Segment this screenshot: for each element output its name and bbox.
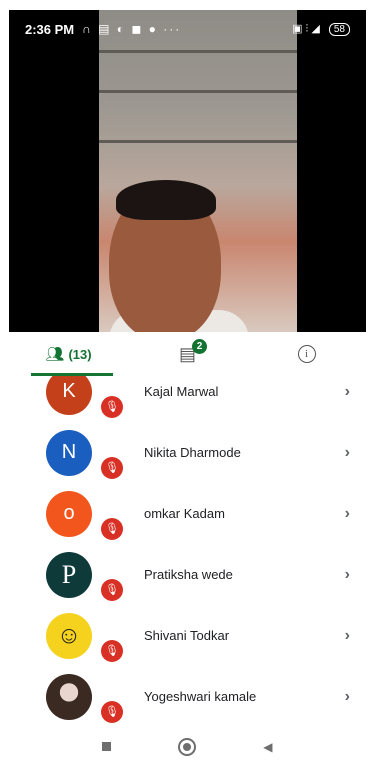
chevron-right-icon: › — [344, 626, 350, 644]
tab-chat[interactable]: ▤ 2 — [128, 332, 247, 376]
chevron-right-icon: › — [344, 443, 350, 461]
participant-row[interactable]: K 🎙︎ Kajal Marwal › — [9, 376, 366, 422]
screen: 2:36 PM ∩ ▤ ◐ ◼ ● ··· ▣ ⫶ ◢ 58 👥︎ (13) ▤… — [0, 0, 375, 766]
roof-beam — [99, 50, 297, 53]
video-feed[interactable] — [9, 10, 366, 332]
speaker-hair — [116, 180, 216, 220]
participant-name: Yogeshwari kamale — [144, 689, 257, 704]
navigation-bar: ◀ — [9, 727, 366, 766]
tab-people[interactable]: 👥︎ (13) — [9, 332, 128, 376]
mic-off-icon: 🎙︎ — [101, 517, 123, 540]
status-bar: 2:36 PM ∩ ▤ ◐ ◼ ● ··· ▣ ⫶ ◢ 58 — [9, 10, 366, 48]
chevron-right-icon: › — [344, 565, 350, 583]
signal-icons: ▣ ⫶ ◢ — [292, 23, 320, 35]
participant-name: Shivani Todkar — [144, 628, 230, 643]
recents-icon[interactable] — [102, 742, 112, 751]
people-count: (13) — [68, 346, 92, 362]
info-icon: i — [297, 345, 316, 363]
roof-beam — [99, 90, 297, 93]
participant-name: Pratiksha wede — [144, 567, 233, 582]
avatar: P — [46, 551, 92, 598]
participant-row[interactable]: o 🎙︎ omkar Kadam › — [9, 483, 366, 544]
back-icon[interactable]: ◀ — [263, 740, 272, 754]
avatar: K — [46, 376, 92, 415]
participant-row[interactable]: ☺ 🎙︎ Shivani Todkar › — [9, 605, 366, 666]
chevron-right-icon: › — [344, 504, 350, 522]
participant-name: Kajal Marwal — [144, 384, 219, 399]
avatar: o — [46, 490, 92, 537]
notification-icons: ∩ ▤ ◐ ◼ ● ··· — [82, 22, 182, 36]
photo-avatar — [46, 673, 92, 720]
home-icon[interactable] — [178, 737, 197, 756]
smiley-avatar: ☺ — [46, 612, 92, 659]
roof-beam — [99, 140, 297, 143]
participant-row[interactable]: 🎙︎ Yogeshwari kamale › — [9, 666, 366, 726]
status-time: 2:36 PM — [25, 21, 75, 37]
battery-icon: 58 — [328, 23, 350, 36]
mic-off-icon: 🎙︎ — [101, 578, 123, 601]
participant-row[interactable]: N 🎙︎ Nikita Dharmode › — [9, 422, 366, 483]
chevron-right-icon: › — [344, 687, 350, 705]
tab-info[interactable]: i — [247, 332, 366, 376]
avatar: N — [46, 429, 92, 476]
people-icon: 👥︎ — [45, 346, 65, 363]
mic-off-icon: 🎙︎ — [101, 456, 123, 479]
participant-name: Nikita Dharmode — [144, 445, 241, 460]
participant-row[interactable]: P 🎙︎ Pratiksha wede › — [9, 544, 366, 605]
chat-unread-badge: 2 — [192, 339, 207, 354]
mic-off-icon: 🎙︎ — [101, 700, 123, 723]
mic-off-icon: 🎙︎ — [101, 395, 123, 418]
participant-name: omkar Kadam — [144, 506, 225, 521]
status-right: ▣ ⫶ ◢ 58 — [292, 22, 350, 36]
meeting-tabs: 👥︎ (13) ▤ 2 i — [9, 332, 366, 377]
mic-off-icon: 🎙︎ — [101, 639, 123, 662]
participant-list: K 🎙︎ Kajal Marwal › N 🎙︎ Nikita Dharmode… — [9, 376, 366, 726]
chevron-right-icon: › — [344, 382, 350, 400]
